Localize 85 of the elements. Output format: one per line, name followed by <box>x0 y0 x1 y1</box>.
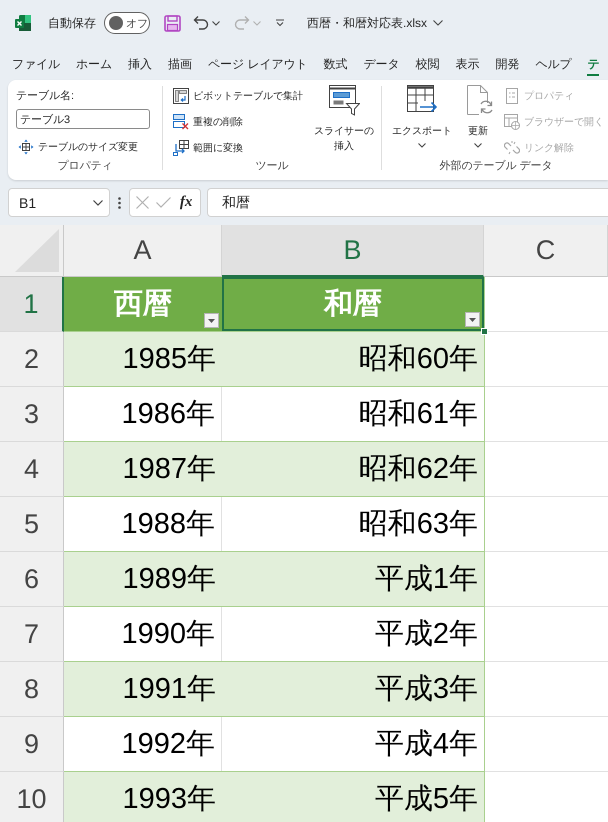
column-header[interactable]: C <box>484 225 608 277</box>
ribbon-tab[interactable]: ヘルプ <box>535 54 572 76</box>
ribbon-tab[interactable]: ページ レイアウト <box>208 54 308 76</box>
table-cell-text: 平成1年 <box>374 562 479 597</box>
table-cell: 1988年 <box>64 497 222 551</box>
pivot-table-button[interactable]: ピボットテーブルで集計 <box>171 86 305 106</box>
broken-link-icon <box>504 140 520 156</box>
window-funnel-icon <box>328 84 360 116</box>
resize-table-button[interactable]: テーブルのサイズ変更 <box>16 137 140 157</box>
autosave-toggle[interactable]: オフ <box>104 12 150 34</box>
grid-arrow-icon <box>173 140 189 156</box>
filter-button[interactable] <box>465 312 480 327</box>
row-header[interactable]: 4 <box>0 442 64 497</box>
caret-icon <box>208 318 215 322</box>
table-globe-icon <box>504 114 520 130</box>
toggle-knob-icon <box>109 16 123 30</box>
table-cell-text: 平成3年 <box>374 672 479 707</box>
table-cell: 1992年 <box>64 717 222 771</box>
ribbon-tab[interactable]: 描画 <box>168 54 192 76</box>
autosave-label: 自動保存 <box>48 14 96 32</box>
row-header[interactable]: 6 <box>0 552 64 607</box>
name-box[interactable]: B1 <box>8 188 110 217</box>
ribbon-tab[interactable]: 表示 <box>455 54 480 76</box>
chevron-icon[interactable] <box>433 20 443 26</box>
caret-icon[interactable] <box>212 20 220 26</box>
ribbon-tab[interactable]: データ <box>363 54 400 76</box>
ribbon-tab[interactable]: 数式 <box>323 54 348 76</box>
table-cell-text: 1991年 <box>121 672 217 707</box>
check-icon[interactable] <box>156 197 171 208</box>
table-cell-text: 1987年 <box>121 452 217 487</box>
customize-icon[interactable] <box>275 19 285 27</box>
column-header[interactable]: B <box>222 225 484 277</box>
table-arrows-icon <box>18 139 34 155</box>
ribbon-tab[interactable]: ホーム <box>76 54 112 76</box>
table-cell-text: 昭和62年 <box>358 452 479 487</box>
ribbon-tab[interactable]: ファイル <box>12 54 60 76</box>
ribbon-tab[interactable]: テ <box>587 54 600 76</box>
ribbon-tab[interactable]: 開発 <box>495 54 520 76</box>
row-header[interactable]: 8 <box>0 662 64 717</box>
table-cross-icon <box>173 114 189 130</box>
table-cell-text: 1993年 <box>121 782 217 817</box>
row-header[interactable]: 10 <box>0 772 64 822</box>
export-button[interactable]: エクスポート <box>390 84 454 148</box>
column-title: 和暦 <box>324 287 382 322</box>
formula-field[interactable]: 和暦 <box>207 188 608 217</box>
chevron-icon <box>93 200 103 206</box>
table-cell-text: 昭和60年 <box>358 342 479 377</box>
table-cell-text: 1985年 <box>121 342 217 377</box>
row-header[interactable]: 9 <box>0 717 64 772</box>
insert-function-button[interactable]: fx <box>178 194 194 211</box>
table-name-label: テーブル名: <box>16 88 74 103</box>
table-name-field[interactable]: テーブル3 <box>16 109 150 129</box>
fill-handle[interactable] <box>481 328 488 335</box>
group-label: 外部のテーブル データ <box>438 158 554 174</box>
table-cell-text: 1989年 <box>121 562 217 597</box>
app-logo-icon <box>14 14 32 32</box>
convert-range-button[interactable]: 範囲に変換 <box>171 138 305 158</box>
insert-slicer-button[interactable]: スライサーの挿入 <box>311 84 377 154</box>
table-cell: 1990年 <box>64 607 222 661</box>
refresh-button[interactable]: 更新 <box>460 84 496 148</box>
save-icon[interactable] <box>164 14 181 32</box>
table-cell-text: 平成2年 <box>374 617 479 652</box>
row-header[interactable]: 2 <box>0 332 64 387</box>
ribbon-tab[interactable]: 校閲 <box>415 54 440 76</box>
row-header[interactable]: 3 <box>0 387 64 442</box>
table-cell-text: 平成4年 <box>374 727 479 762</box>
undo-icon[interactable] <box>193 14 209 32</box>
filter-button[interactable] <box>204 313 219 328</box>
column-title: 西暦 <box>114 287 172 322</box>
group-label: プロパティ <box>56 158 114 174</box>
list-icon <box>504 88 520 104</box>
table-cell-text: 昭和61年 <box>358 397 479 432</box>
table-cell-text: 平成5年 <box>374 782 479 817</box>
remove-duplicates-button[interactable]: 重複の削除 <box>171 112 305 132</box>
file-name[interactable]: 西暦・和暦対応表.xlsx <box>307 14 427 32</box>
group-label: ツール <box>254 159 290 174</box>
table-cell: 1986年 <box>64 387 222 441</box>
row-header[interactable]: 1 <box>0 277 64 332</box>
caret-icon <box>469 318 476 322</box>
column-header[interactable]: A <box>64 225 222 277</box>
ribbon-tab[interactable]: 挿入 <box>128 54 152 76</box>
row-header[interactable]: 5 <box>0 497 64 552</box>
row-header[interactable]: 7 <box>0 607 64 662</box>
table-cell-text: 昭和63年 <box>358 507 479 542</box>
more-icon[interactable] <box>118 196 121 208</box>
